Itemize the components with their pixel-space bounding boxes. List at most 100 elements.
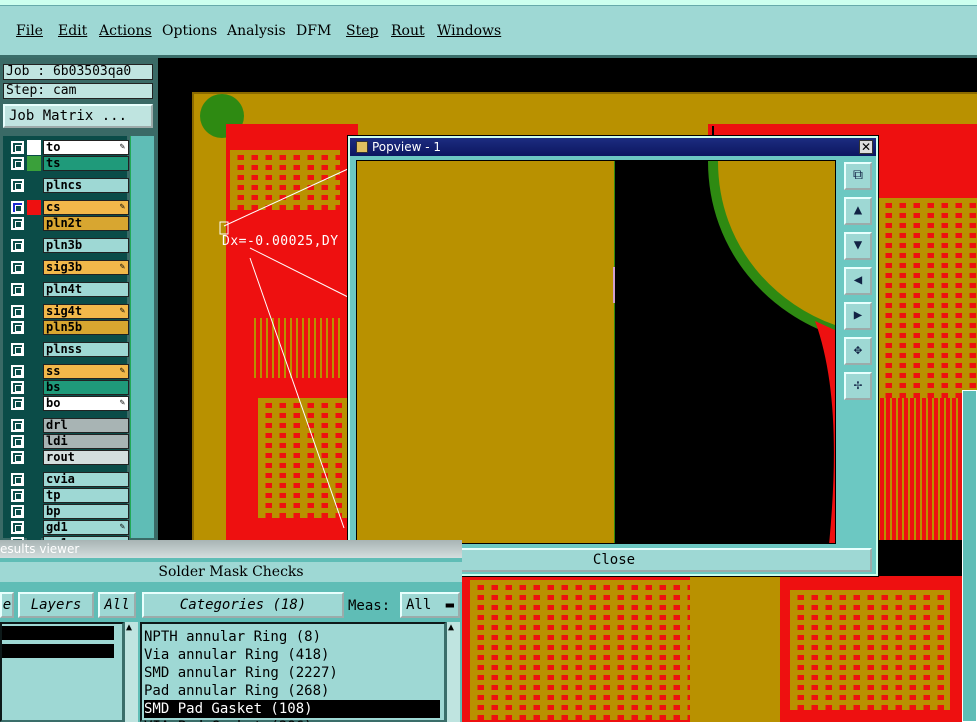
menu-step[interactable]: Step <box>346 23 378 39</box>
layer-name[interactable]: cvia <box>43 472 129 487</box>
layer-color-swatch[interactable] <box>27 140 41 155</box>
menu-rout[interactable]: Rout <box>391 23 425 39</box>
layer-name[interactable]: sig4t ✎ <box>43 304 129 319</box>
layer-name[interactable]: sig3b ✎ <box>43 260 129 275</box>
layer-name[interactable]: bp <box>43 504 129 519</box>
layer-checkbox[interactable] <box>11 217 24 230</box>
layer-checkbox[interactable] <box>11 419 24 432</box>
layer-checkbox[interactable] <box>11 141 24 154</box>
close-icon[interactable]: ✕ <box>859 140 873 154</box>
layer-row-rout[interactable]: rout <box>7 450 129 465</box>
layer-name[interactable]: ss ✎ <box>43 364 129 379</box>
category-item[interactable]: Via annular Ring (418) <box>144 646 440 664</box>
layer-name[interactable]: cs ✎ <box>43 200 129 215</box>
layer-checkbox[interactable] <box>11 435 24 448</box>
layer-color-swatch[interactable] <box>27 238 41 253</box>
layer-checkbox[interactable] <box>11 489 24 502</box>
popview-titlebar[interactable]: Popview - 1 ✕ <box>350 138 876 156</box>
layer-color-swatch[interactable] <box>27 418 41 433</box>
layer-name[interactable]: bs <box>43 380 129 395</box>
layer-checkbox[interactable] <box>11 261 24 274</box>
layer-list-scrollbar[interactable]: ▲ <box>124 622 138 722</box>
layer-color-swatch[interactable] <box>27 504 41 519</box>
layer-row-sig3b[interactable]: sig3b ✎ <box>7 260 129 275</box>
layer-name[interactable]: rout <box>43 450 129 465</box>
scroll-up-icon[interactable]: ▲ <box>448 622 454 633</box>
category-item[interactable]: Pad annular Ring (268) <box>144 682 440 700</box>
category-list-scrollbar[interactable]: ▲ <box>446 622 460 722</box>
layer-row-cs[interactable]: cs ✎ <box>7 200 129 215</box>
move-down-icon[interactable]: ▼ <box>844 232 872 260</box>
layer-name[interactable]: pln5b <box>43 320 129 335</box>
layer-row-ldi[interactable]: ldi <box>7 434 129 449</box>
layer-checkbox[interactable] <box>11 343 24 356</box>
layer-color-swatch[interactable] <box>27 488 41 503</box>
layer-name[interactable]: plncs <box>43 178 129 193</box>
all-layers-button[interactable]: All <box>98 592 136 618</box>
layer-row-bp[interactable]: bp <box>7 504 129 519</box>
layer-row-ts[interactable]: ts <box>7 156 129 171</box>
layer-color-swatch[interactable] <box>27 320 41 335</box>
move-right-icon[interactable]: ▶ <box>844 302 872 330</box>
layer-color-swatch[interactable] <box>27 342 41 357</box>
layer-name[interactable]: tp <box>43 488 129 503</box>
layer-color-swatch[interactable] <box>27 450 41 465</box>
layer-row-pln2t[interactable]: pln2t <box>7 216 129 231</box>
layer-color-swatch[interactable] <box>27 472 41 487</box>
scroll-up-icon[interactable]: ▲ <box>126 622 132 633</box>
layer-name[interactable]: pln3b <box>43 238 129 253</box>
layer-row-plncs[interactable]: plncs <box>7 178 129 193</box>
zoom-home-icon[interactable]: ✢ <box>844 372 872 400</box>
layer-checkbox[interactable] <box>11 157 24 170</box>
layer-checkbox[interactable] <box>11 305 24 318</box>
layer-row-gd1[interactable]: gd1 ✎ <box>7 520 129 535</box>
move-left-icon[interactable]: ◀ <box>844 267 872 295</box>
category-item[interactable]: SMD Pad Gasket (108) <box>144 700 440 718</box>
meas-select[interactable]: All ▬ <box>400 592 460 618</box>
popview-canvas[interactable] <box>356 160 836 544</box>
layer-checkbox[interactable] <box>11 381 24 394</box>
layer-name[interactable]: gd1 ✎ <box>43 520 129 535</box>
layer-color-swatch[interactable] <box>27 380 41 395</box>
layer-row-sig4t[interactable]: sig4t ✎ <box>7 304 129 319</box>
window-menu-icon[interactable] <box>356 141 368 153</box>
menu-analysis[interactable]: Analysis <box>227 23 286 39</box>
layer-row-plnss[interactable]: plnss <box>7 342 129 357</box>
layer-name[interactable]: pln4t <box>43 282 129 297</box>
categories-button[interactable]: Categories (18) <box>142 592 344 618</box>
layer-name[interactable]: drl <box>43 418 129 433</box>
layer-checkbox[interactable] <box>11 397 24 410</box>
menu-actions[interactable]: Actions <box>99 23 152 39</box>
layer-row-bs[interactable]: bs <box>7 380 129 395</box>
menu-windows[interactable]: Windows <box>437 23 501 39</box>
layer-checkbox[interactable] <box>11 473 24 486</box>
job-matrix-button[interactable]: Job Matrix ... <box>3 104 153 128</box>
layer-row-drl[interactable]: drl <box>7 418 129 433</box>
layer-color-swatch[interactable] <box>27 396 41 411</box>
layer-row-tp[interactable]: tp <box>7 488 129 503</box>
layer-color-swatch[interactable] <box>27 216 41 231</box>
layer-checkbox[interactable] <box>11 283 24 296</box>
layer-checkbox[interactable] <box>11 521 24 534</box>
layer-color-swatch[interactable] <box>27 200 41 215</box>
category-item[interactable]: NPTH annular Ring (8) <box>144 628 440 646</box>
menu-dfm[interactable]: DFM <box>296 23 331 39</box>
layer-color-swatch[interactable] <box>27 434 41 449</box>
layer-color-swatch[interactable] <box>27 282 41 297</box>
zoom-fit-icon[interactable]: ✥ <box>844 337 872 365</box>
layer-row-cvia[interactable]: cvia <box>7 472 129 487</box>
layer-row-ss[interactable]: ss ✎ <box>7 364 129 379</box>
layer-checkbox[interactable] <box>11 239 24 252</box>
layer-color-swatch[interactable] <box>27 260 41 275</box>
layer-name[interactable]: to ✎ <box>43 140 129 155</box>
layer-name[interactable]: pln2t <box>43 216 129 231</box>
category-item[interactable]: VIA Pad Gasket (386) <box>144 718 440 722</box>
layer-row-pln3b[interactable]: pln3b <box>7 238 129 253</box>
layer-result-list[interactable] <box>0 622 124 722</box>
menu-options[interactable]: Options <box>162 23 217 39</box>
layer-checkbox[interactable] <box>11 321 24 334</box>
zoom-window-icon[interactable]: ⧉ <box>844 162 872 190</box>
layer-row-to[interactable]: to ✎ <box>7 140 129 155</box>
layer-checkbox[interactable] <box>11 179 24 192</box>
layer-color-swatch[interactable] <box>27 178 41 193</box>
